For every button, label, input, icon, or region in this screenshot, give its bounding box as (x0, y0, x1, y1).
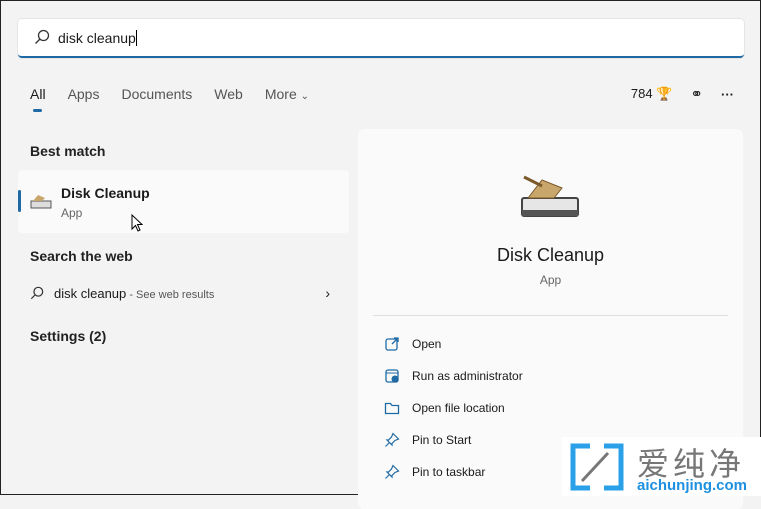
action-run-as-admin[interactable]: Run as administrator (384, 368, 523, 384)
pin-icon (385, 464, 400, 479)
action-open-file-location[interactable]: Open file location (384, 400, 505, 416)
rewards-button[interactable]: 784 🏆 (631, 86, 673, 102)
folder-icon (384, 402, 400, 415)
search-web-heading: Search the web (30, 248, 133, 264)
web-suffix: - See web results (126, 289, 215, 301)
best-match-subtitle: App (61, 206, 83, 220)
best-match-item[interactable]: Disk Cleanup App (18, 170, 349, 233)
trophy-icon: 🏆 (656, 86, 673, 101)
disk-cleanup-large-icon (521, 175, 579, 217)
toolbar: 784 🏆 ⚭ ··· (631, 85, 734, 103)
web-search-item[interactable]: disk cleanup - See web results › (30, 285, 330, 301)
search-icon (30, 286, 44, 300)
disk-cleanup-icon (30, 195, 52, 209)
action-pin-to-start[interactable]: Pin to Start (384, 432, 471, 448)
tab-web[interactable]: Web (214, 86, 243, 102)
chevron-right-icon: › (325, 285, 330, 301)
web-query: disk cleanup (54, 286, 127, 301)
pin-icon (385, 432, 400, 447)
tab-all[interactable]: All (30, 86, 46, 112)
tab-documents[interactable]: Documents (121, 86, 192, 102)
search-icon (35, 29, 50, 44)
app-type: App (539, 273, 562, 287)
shield-window-icon (385, 369, 399, 383)
watermark-logo-mark (570, 443, 624, 491)
watermark-logo: 爱纯净 aichunjing.com (562, 437, 761, 496)
action-label: Pin to Start (412, 433, 472, 447)
search-box[interactable]: disk cleanup (18, 19, 744, 58)
action-label: Open (412, 337, 442, 351)
tab-more[interactable]: More ⌄ (265, 86, 309, 102)
watermark-url: aichunjing.com (637, 477, 748, 494)
action-pin-to-taskbar[interactable]: Pin to taskbar (384, 464, 485, 480)
action-label: Pin to taskbar (412, 465, 486, 479)
best-match-title: Disk Cleanup (61, 185, 150, 201)
tab-more-label: More (264, 86, 297, 102)
action-label: Open file location (412, 401, 505, 415)
divider (373, 315, 728, 316)
settings-heading[interactable]: Settings (2) (30, 328, 106, 344)
filter-tabs: All Apps Documents Web More ⌄ (30, 86, 331, 112)
action-open[interactable]: Open (384, 336, 441, 352)
more-options-icon[interactable]: ··· (721, 87, 734, 102)
open-icon (385, 337, 399, 351)
chevron-down-icon: ⌄ (300, 91, 310, 102)
selection-indicator (18, 190, 21, 212)
rewards-points: 784 (630, 86, 653, 101)
app-name: Disk Cleanup (496, 245, 605, 265)
account-icon[interactable]: ⚭ (690, 85, 703, 103)
mouse-cursor-icon (131, 214, 143, 232)
search-input[interactable]: disk cleanup (58, 30, 137, 46)
best-match-heading: Best match (30, 143, 106, 159)
tab-apps[interactable]: Apps (68, 86, 100, 102)
action-label: Run as administrator (412, 369, 523, 383)
